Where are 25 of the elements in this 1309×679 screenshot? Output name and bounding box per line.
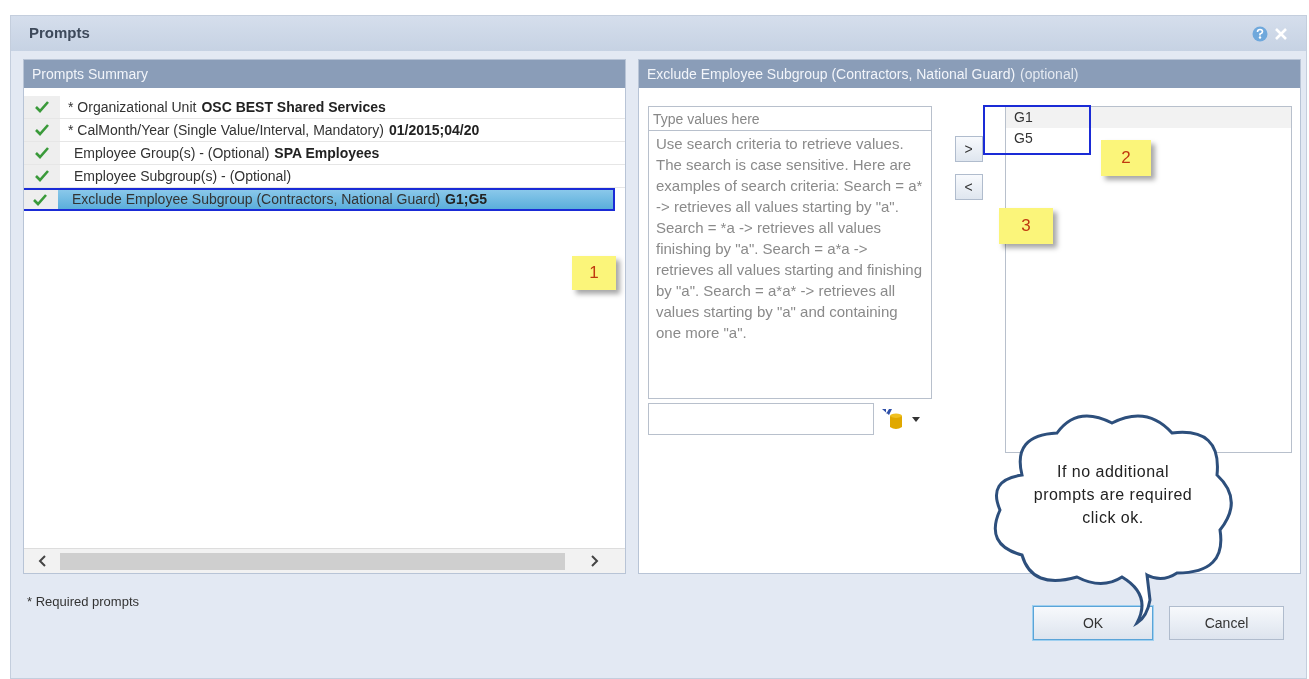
scroll-left-icon[interactable] [38, 555, 46, 567]
prompt-row[interactable]: Exclude Employee Subgroup (Contractors, National Guard) G1;G5 [24, 188, 615, 211]
input-field[interactable] [648, 403, 874, 435]
ok-button[interactable]: OK [1033, 606, 1153, 640]
help-text: Use search criteria to retrieve values. The search is case sensitive. Here are examples of search criteria: Search = a* -> retrieves all values starting by "a". Search = *a -> retrieves all values finishing by "a". Search = a*a -> retrieves all values starting and finishing by "a". Search = a*a* -> retrieves all values starting by "a" and containing one more "a". [648, 131, 932, 399]
search-field[interactable]: Type values here [648, 106, 932, 131]
sticky-note: 3 [999, 208, 1053, 244]
prompt-row[interactable]: * Organizational Unit OSC BEST Shared Services [24, 96, 625, 119]
sticky-note: 1 [572, 256, 616, 290]
callout-text: If no additional prompts are required click ok. [1033, 462, 1193, 528]
panel-title: Exclude Employee Subgroup (Contractors, National Guard) [647, 64, 1016, 84]
dropdown-caret-icon[interactable] [912, 416, 920, 422]
add-button[interactable]: > [954, 136, 983, 162]
scrollbar-thumb[interactable] [60, 552, 565, 570]
window-title: Prompts [29, 23, 90, 44]
list-item[interactable]: G1 [1006, 107, 1291, 128]
sticky-note: 2 [1101, 140, 1151, 176]
panel-title: Prompts Summary [32, 64, 148, 84]
prompt-row[interactable]: * CalMonth/Year (Single Value/Interval, Mandatory) 01/2015;04/20 [24, 119, 625, 142]
cancel-button[interactable]: Cancel [1169, 606, 1284, 640]
optional-hint: (optional) [1019, 64, 1079, 84]
remove-button[interactable]: < [954, 174, 983, 200]
required-note: * Required prompts [27, 593, 139, 611]
prompt-row[interactable]: Employee Group(s) - (Optional) SPA Employees [24, 142, 625, 165]
scroll-right-icon[interactable] [591, 555, 599, 567]
